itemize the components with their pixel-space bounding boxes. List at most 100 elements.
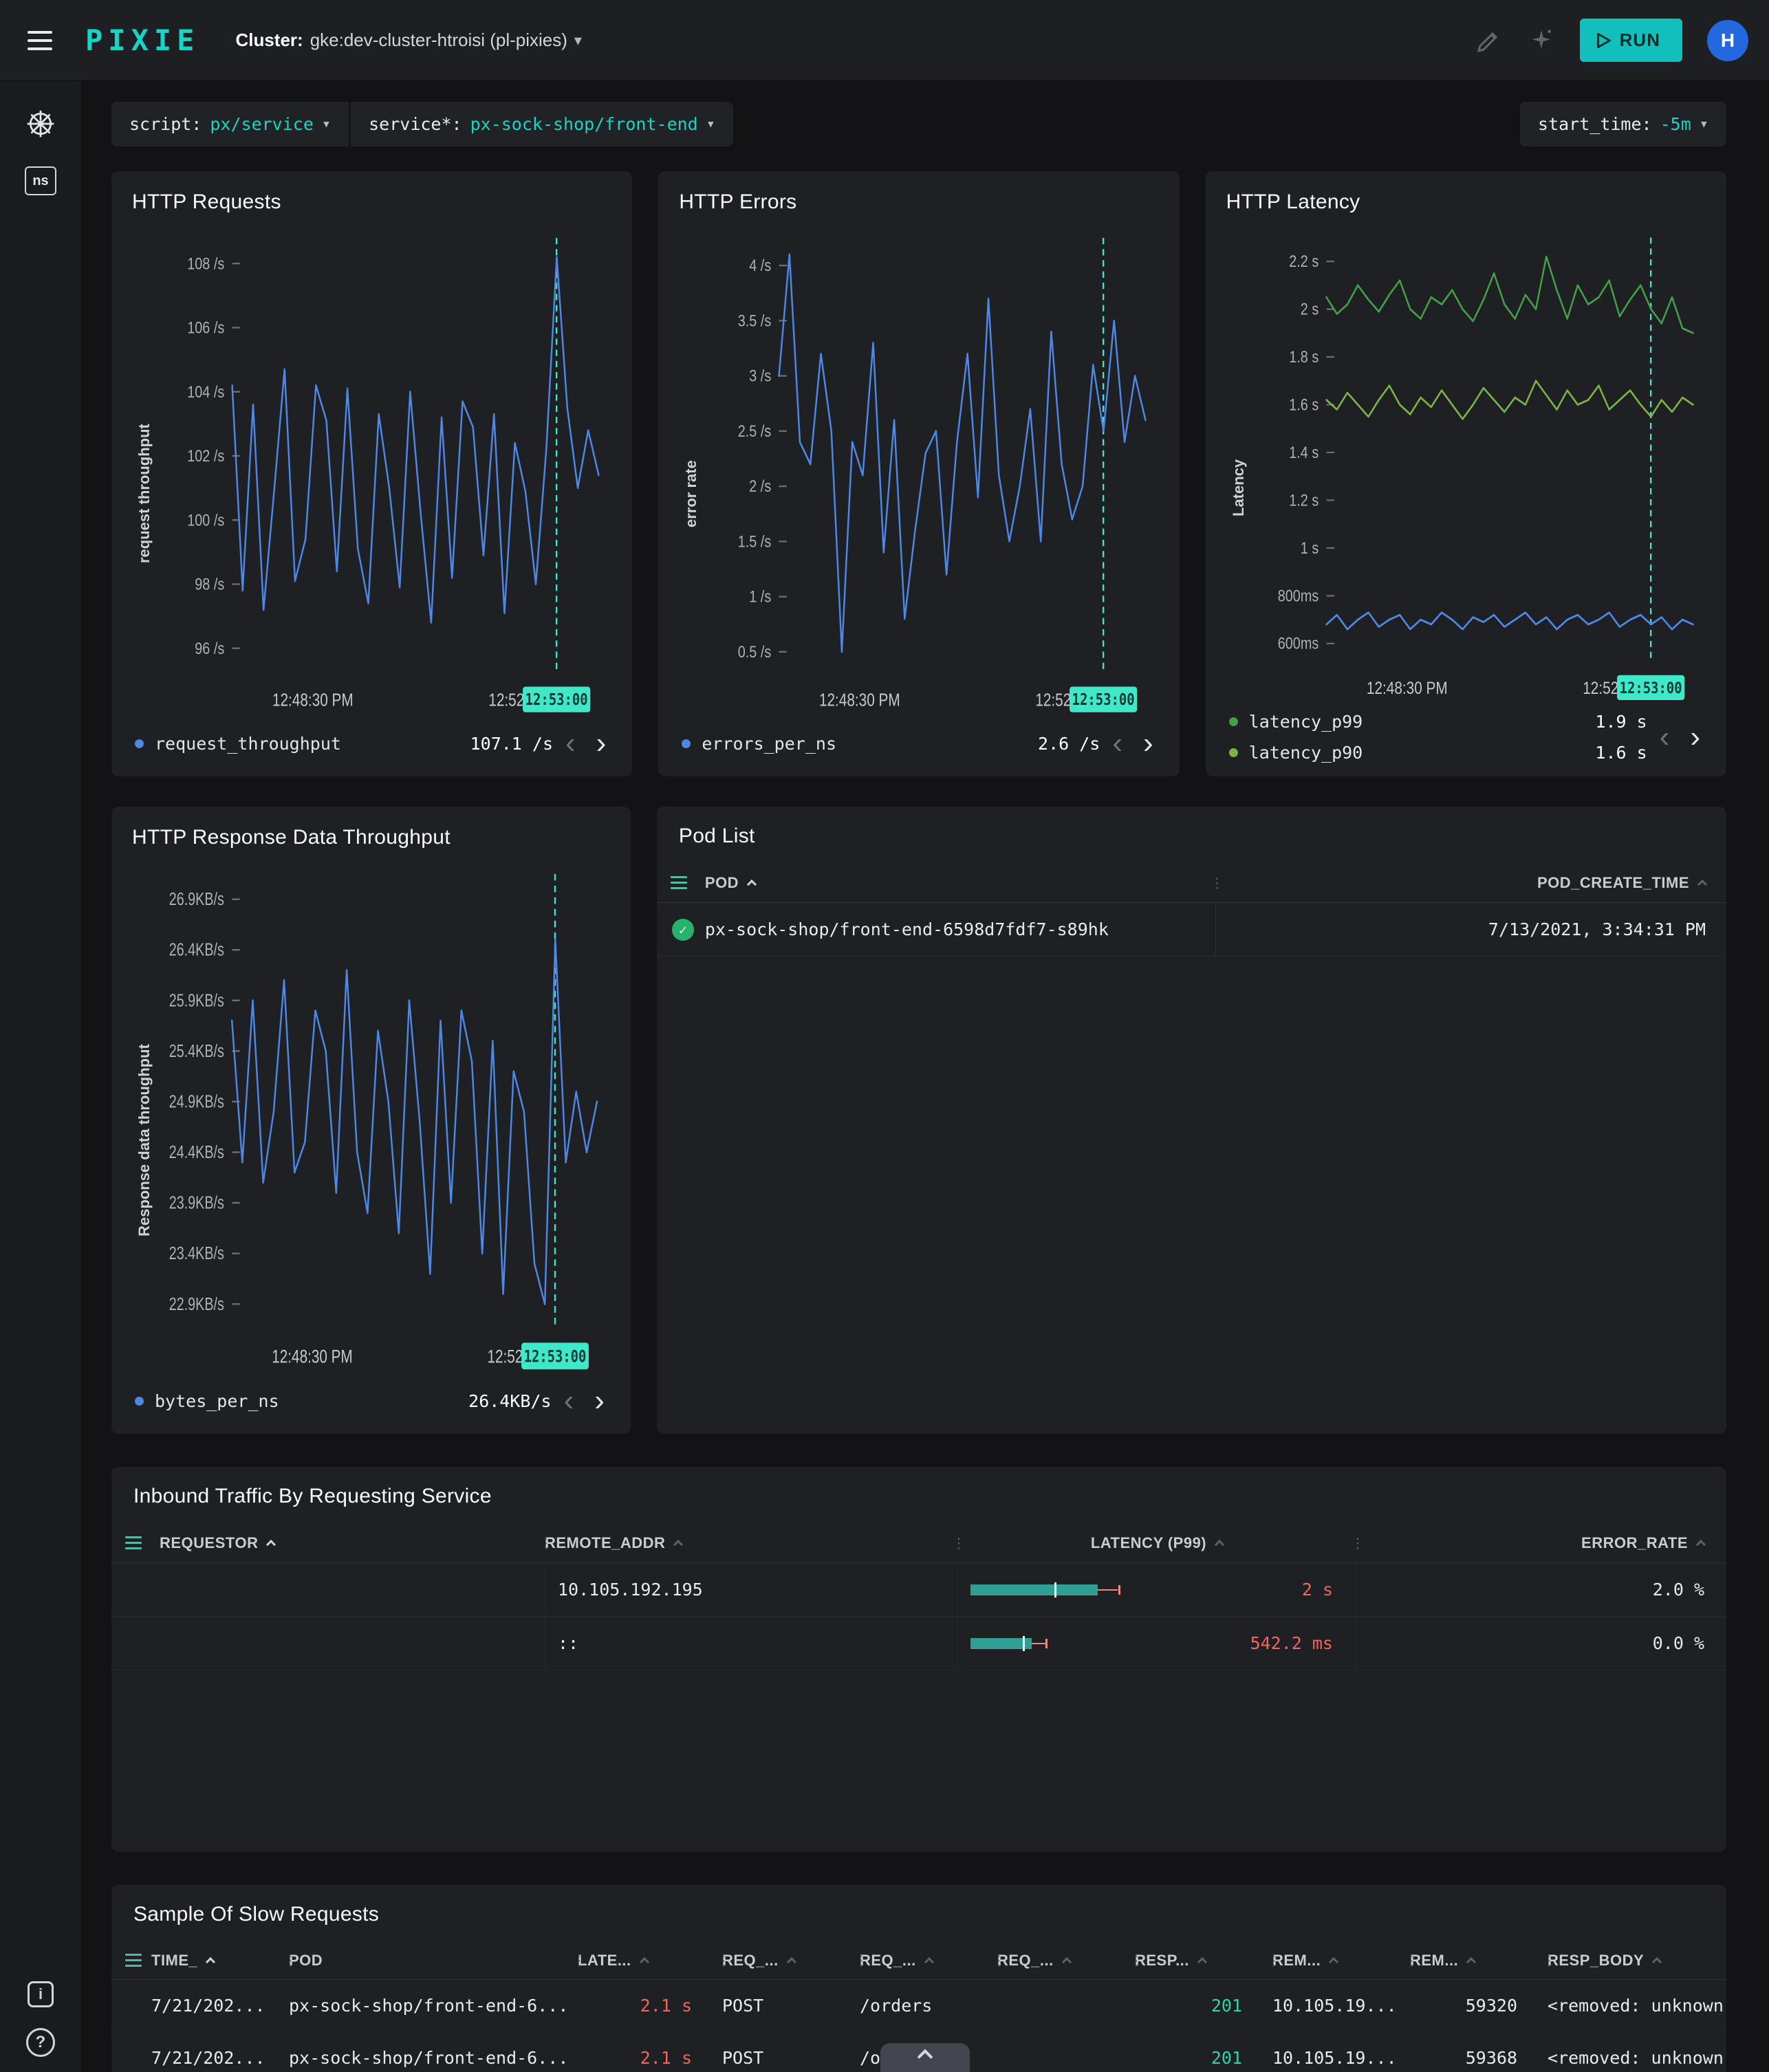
script-selector[interactable]: script: px/service ▾ (111, 102, 349, 146)
svg-text:600ms: 600ms (1277, 634, 1318, 653)
table-row[interactable]: 10.105.192.1952 s2.0 % (111, 1563, 1726, 1617)
next-page-icon[interactable]: › (1690, 722, 1700, 752)
svg-text:1 s: 1 s (1300, 538, 1318, 557)
resp-body-cell: <removed: unknown ... (1548, 2048, 1726, 2068)
column-header-latency-p99[interactable]: LATENCY (P99) (957, 1534, 1356, 1552)
prev-page-icon[interactable]: ‹ (1112, 728, 1122, 759)
column-header-resp-status[interactable]: RESP... (1135, 1952, 1272, 1970)
quantile-median-marker (1054, 1582, 1056, 1597)
chart-title: HTTP Latency (1226, 190, 1706, 214)
k8s-cluster-icon[interactable] (25, 109, 56, 139)
latency-cell: 2 s (957, 1563, 1356, 1616)
quantile-bar (970, 1584, 1098, 1595)
start-time-value: -5m (1660, 114, 1691, 134)
column-header-req-body[interactable]: REQ_... (997, 1952, 1135, 1970)
svg-text:2 /s: 2 /s (750, 477, 772, 495)
start-time-selector[interactable]: start_time: -5m ▾ (1520, 102, 1726, 146)
sort-asc-icon (206, 1956, 215, 1966)
column-header-pod[interactable]: POD (289, 1952, 578, 1970)
table-menu-icon[interactable] (111, 1954, 142, 1967)
avatar[interactable]: H (1707, 20, 1748, 61)
next-page-icon[interactable]: › (594, 1386, 605, 1416)
time-cell: 7/21/202... (151, 2048, 289, 2068)
resp-status-cell: 201 (1135, 2048, 1272, 2068)
pixie-logo[interactable]: PIXIE (85, 23, 199, 57)
series-dot-icon (1229, 748, 1238, 757)
column-header-remote-addr[interactable]: REM... (1272, 1952, 1410, 1970)
sparkle-icon[interactable] (1528, 27, 1555, 54)
column-header-time[interactable]: TIME_ (151, 1952, 289, 1970)
column-header-pod[interactable]: POD (705, 874, 1216, 892)
table-row[interactable]: ::542.2 ms0.0 % (111, 1617, 1726, 1670)
prev-page-icon[interactable]: ‹ (564, 1386, 574, 1416)
column-header-requestor[interactable]: REQUESTOR (160, 1534, 545, 1552)
next-page-icon[interactable]: › (1143, 728, 1153, 759)
svg-text:102 /s: 102 /s (187, 446, 224, 465)
edit-script-icon[interactable] (1475, 27, 1503, 54)
prev-page-icon[interactable]: ‹ (565, 728, 576, 759)
svg-text:23.4KB/s: 23.4KB/s (169, 1243, 224, 1263)
help-icon[interactable]: ? (26, 2028, 55, 2057)
inbound-table-body: 10.105.192.1952 s2.0 %::542.2 ms0.0 % (111, 1563, 1726, 1670)
run-button[interactable]: RUN (1580, 19, 1682, 62)
slow-table-header: TIME_ POD LATE... REQ_... REQ_... REQ_..… (111, 1941, 1726, 1980)
column-header-resp-body[interactable]: RESP_BODY (1548, 1952, 1726, 1970)
quantile-whisker (1098, 1589, 1118, 1591)
column-header-latency[interactable]: LATE... (578, 1952, 722, 1970)
svg-text:0.5 /s: 0.5 /s (738, 642, 772, 661)
svg-text:12:48:30 PM: 12:48:30 PM (272, 690, 354, 710)
http-latency-card: HTTP Latency Latency 2.2 s2 s1.8 s1.6 s1… (1206, 171, 1726, 776)
legend-item: errors_per_ns2.6 /s (682, 734, 1112, 754)
sort-icon (1697, 879, 1707, 888)
next-page-icon[interactable]: › (596, 728, 607, 759)
pod-table-body: ✓px-sock-shop/front-end-6598d7fdf7-s89hk… (657, 903, 1726, 957)
table-menu-icon[interactable] (111, 1536, 142, 1549)
svg-text:24.4KB/s: 24.4KB/s (169, 1142, 224, 1162)
svg-text:12:48:30 PM: 12:48:30 PM (819, 690, 900, 710)
remote-addr-cell: :: (545, 1617, 957, 1670)
legend-pager: ‹ › (1112, 728, 1155, 759)
info-icon[interactable]: i (28, 1981, 54, 2007)
svg-text:2 s: 2 s (1300, 300, 1318, 318)
chevron-down-icon: ▾ (322, 116, 331, 133)
check-icon: ✓ (672, 919, 694, 941)
table-row[interactable]: 7/21/202...px-sock-shop/front-end-6...2.… (111, 1980, 1726, 2032)
pod-status-cell: ✓ (657, 919, 705, 941)
cluster-selector[interactable]: Cluster: gke:dev-cluster-htroisi (pl-pix… (235, 30, 582, 51)
legend-pager: ‹ › (1660, 722, 1703, 752)
column-header-req-path[interactable]: REQ_... (860, 1952, 997, 1970)
http-latency-chart[interactable]: 2.2 s2 s1.8 s1.6 s1.4 s1.2 s1 s800ms600m… (1251, 223, 1706, 706)
http-response-throughput-chart[interactable]: 26.9KB/s26.4KB/s25.9KB/s25.4KB/s24.9KB/s… (157, 859, 610, 1376)
table-menu-icon[interactable] (657, 876, 687, 889)
script-key: script: (129, 114, 202, 134)
column-header-pod-create-time[interactable]: POD_CREATE_TIME (1215, 874, 1726, 892)
svg-text:12:48:30 PM: 12:48:30 PM (272, 1346, 352, 1367)
pod-cell: px-sock-shop/front-end-6... (289, 1996, 578, 2016)
column-header-remote-port[interactable]: REM... (1410, 1952, 1548, 1970)
legend-pager: ‹ › (564, 1386, 607, 1416)
sort-asc-icon (747, 879, 757, 888)
column-header-error-rate[interactable]: ERROR_RATE (1356, 1534, 1726, 1552)
svg-text:96 /s: 96 /s (195, 639, 224, 657)
http-requests-chart[interactable]: 108 /s106 /s104 /s102 /s100 /s98 /s96 /s… (157, 223, 611, 719)
series-name: latency_p99 (1249, 712, 1596, 732)
column-header-req-method[interactable]: REQ_... (722, 1952, 860, 1970)
sort-icon (1696, 1539, 1706, 1549)
error-rate-cell: 0.0 % (1356, 1617, 1726, 1670)
scroll-top-button[interactable] (880, 2043, 970, 2072)
table-row[interactable]: ✓px-sock-shop/front-end-6598d7fdf7-s89hk… (657, 903, 1726, 957)
svg-text:1.8 s: 1.8 s (1289, 347, 1318, 366)
legend-item: request_throughput107.1 /s (135, 734, 565, 754)
http-errors-chart[interactable]: 4 /s3.5 /s3 /s2.5 /s2 /s1.5 /s1 /s0.5 /s… (704, 223, 1158, 719)
prev-page-icon[interactable]: ‹ (1660, 722, 1670, 752)
namespace-icon[interactable]: ns (25, 166, 56, 195)
column-header-remote-addr[interactable]: REMOTE_ADDR (545, 1534, 957, 1552)
series-name: errors_per_ns (702, 734, 1038, 754)
menu-icon[interactable] (21, 24, 59, 57)
sort-icon (1197, 1956, 1207, 1966)
service-selector[interactable]: service*: px-sock-shop/front-end ▾ (351, 102, 733, 146)
svg-text:1.6 s: 1.6 s (1289, 395, 1318, 414)
svg-text:1.2 s: 1.2 s (1289, 491, 1318, 510)
svg-text:12:48:30 PM: 12:48:30 PM (1367, 678, 1448, 697)
remote-addr-cell: 10.105.192.195 (545, 1563, 957, 1616)
